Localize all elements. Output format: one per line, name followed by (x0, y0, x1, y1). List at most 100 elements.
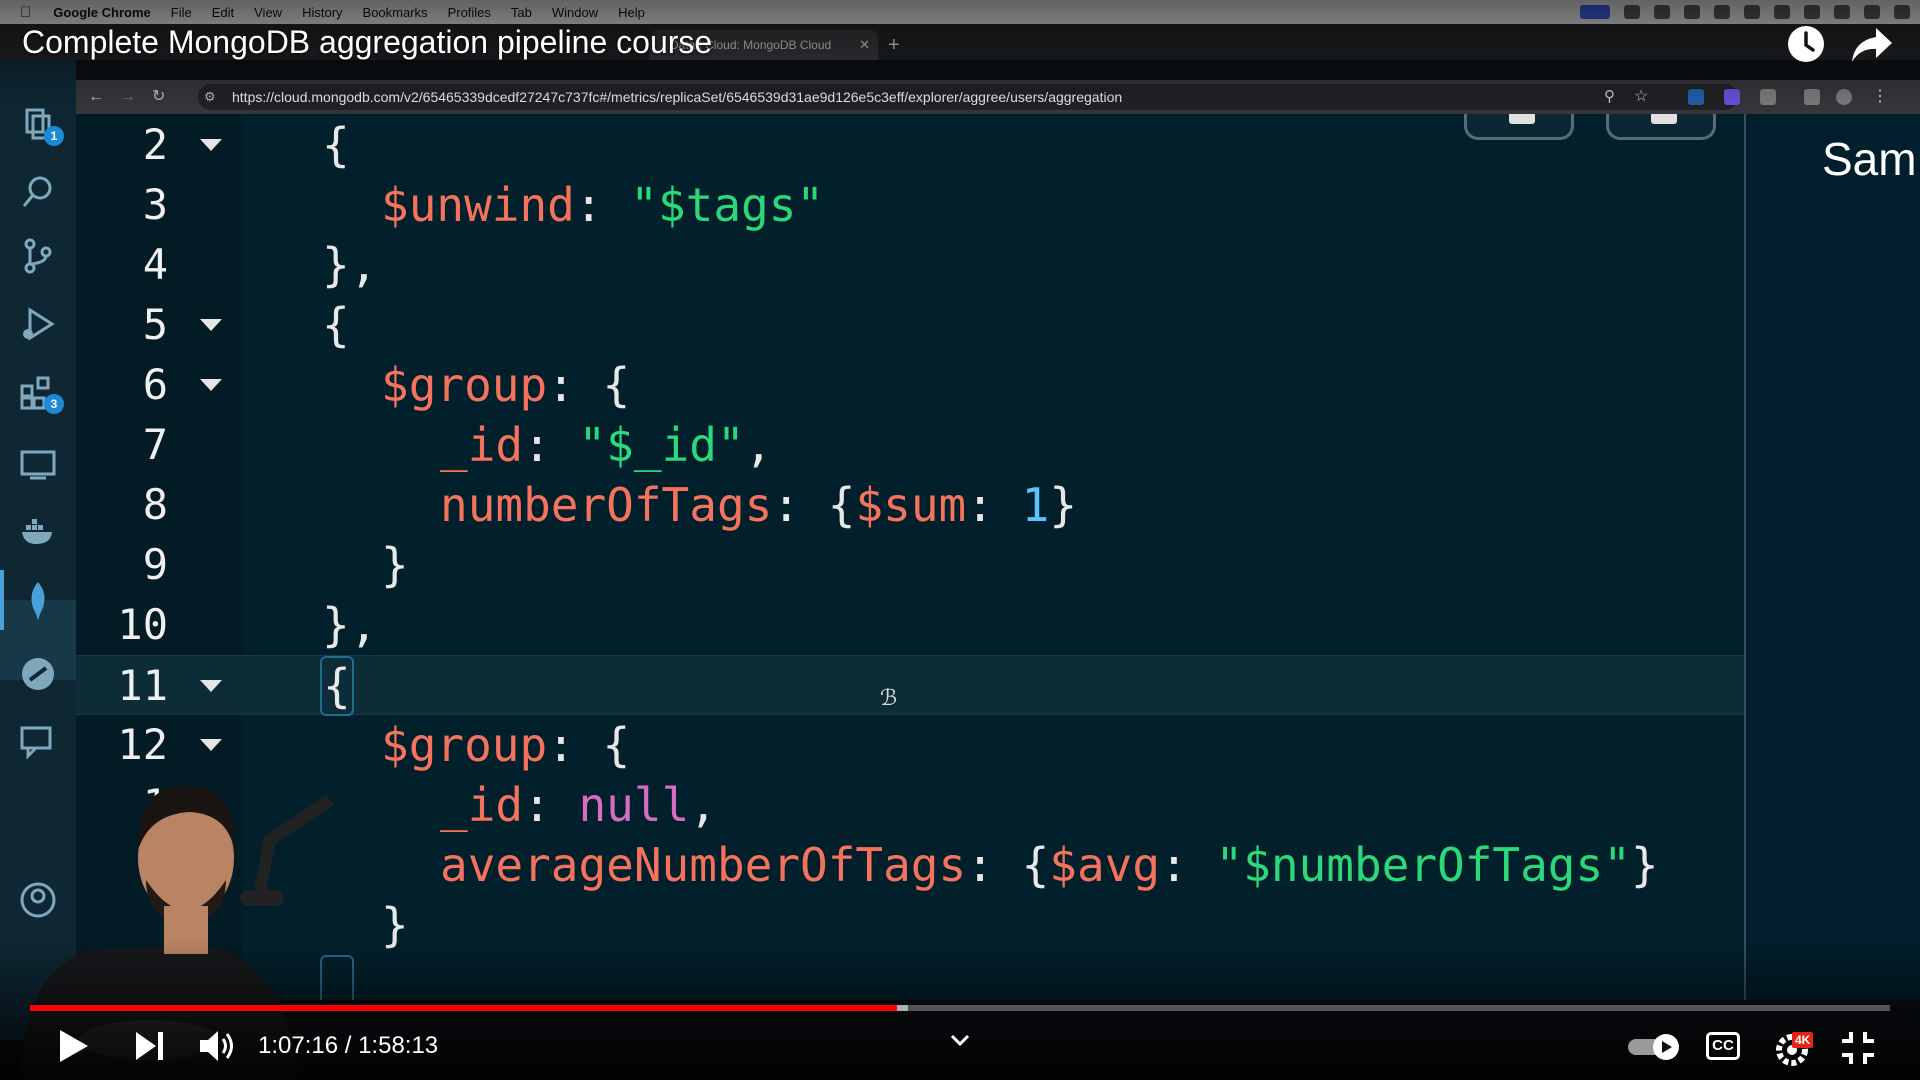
extensions-puzzle-icon[interactable] (1760, 89, 1776, 105)
menu-view[interactable]: View (254, 5, 282, 20)
code-text: { (322, 115, 350, 175)
share-icon[interactable] (1850, 26, 1894, 64)
captions-button[interactable]: CC (1706, 1032, 1740, 1060)
progress-track[interactable] (30, 1005, 1890, 1011)
colon-brace: : { (547, 718, 631, 772)
tray-app-icon[interactable] (1684, 5, 1700, 19)
watch-later-icon[interactable] (1786, 24, 1826, 64)
site-info-icon[interactable]: ⚙ (204, 80, 216, 114)
code-line: 8 numberOfTags: {$sum: 1} (76, 475, 1744, 535)
code-line: 4 }, (76, 235, 1744, 295)
menu-help[interactable]: Help (618, 5, 645, 20)
chrome-menu-icon[interactable]: ⋮ (1872, 89, 1888, 105)
search-icon[interactable] (18, 172, 58, 212)
control-center-icon[interactable] (1834, 5, 1850, 19)
brace: } (1630, 838, 1659, 892)
mongodb-leaf-icon[interactable] (0, 570, 58, 630)
code-text: _id: null, (440, 775, 717, 835)
extension-icon[interactable] (1724, 89, 1740, 105)
colon: : (1160, 838, 1216, 892)
remote-explorer-icon[interactable] (18, 444, 58, 484)
menu-profiles[interactable]: Profiles (448, 5, 491, 20)
colon-brace: : { (547, 358, 631, 412)
right-panel: Sam (1744, 114, 1920, 1000)
menu-edit[interactable]: Edit (212, 5, 234, 20)
tray-app-icon[interactable] (1654, 5, 1670, 19)
fold-chevron-icon[interactable] (200, 319, 222, 331)
back-icon[interactable]: ← (88, 80, 104, 114)
line-number: 7 (142, 420, 168, 469)
mongodb-shell-icon[interactable] (18, 654, 58, 694)
colon: : (574, 178, 631, 232)
siri-icon[interactable] (1864, 5, 1880, 19)
fold-chevron-icon[interactable] (200, 680, 222, 692)
menu-window[interactable]: Window (552, 5, 598, 20)
chevron-down-icon[interactable] (948, 1028, 972, 1052)
field-key: averageNumberOfTags (440, 838, 967, 892)
stage-operator: $group (381, 358, 548, 412)
fold-chevron-icon[interactable] (200, 139, 222, 151)
code-text: }, (322, 595, 377, 655)
forward-icon[interactable]: → (120, 80, 136, 114)
line-number: 9 (142, 540, 168, 589)
panel-text: Sam (1822, 133, 1917, 185)
side-panel-icon[interactable] (1804, 89, 1820, 105)
menu-bookmarks[interactable]: Bookmarks (363, 5, 428, 20)
source-control-icon[interactable] (18, 236, 58, 276)
url-text[interactable]: https://cloud.mongodb.com/v2/65465339dce… (232, 80, 1122, 114)
code-line: 6 $group: { (76, 355, 1744, 415)
menu-file[interactable]: File (171, 5, 192, 20)
line-number: 2 (142, 120, 168, 169)
video-title[interactable]: Complete MongoDB aggregation pipeline co… (22, 24, 712, 61)
menu-history[interactable]: History (302, 5, 342, 20)
apple-menu-icon[interactable]:  (20, 4, 31, 21)
docker-icon[interactable] (18, 512, 58, 552)
reload-icon[interactable]: ↻ (152, 80, 165, 114)
clock-icon[interactable] (1894, 5, 1910, 19)
close-tab-icon[interactable]: ✕ (859, 30, 870, 60)
wifi-icon[interactable] (1804, 5, 1820, 19)
code-text: $unwind: "$tags" (381, 175, 824, 235)
text-cursor-icon: ℬ (880, 686, 898, 711)
menu-app-name[interactable]: Google Chrome (53, 5, 151, 20)
screen-record-icon[interactable] (1580, 5, 1610, 19)
run-debug-icon[interactable] (18, 304, 58, 344)
string-value: "$tags" (630, 178, 825, 232)
menu-tab[interactable]: Tab (511, 5, 532, 20)
tray-app-icon[interactable] (1714, 5, 1730, 19)
browser-address-bar: ← → ↻ ⚙ https://cloud.mongodb.com/v2/654… (76, 80, 1920, 114)
line-number: 3 (142, 180, 168, 229)
comma: , (689, 778, 717, 832)
volume-icon[interactable] (196, 1026, 236, 1066)
code-line-current: 11 { (76, 655, 1744, 716)
colon-brace: : { (966, 838, 1050, 892)
extensions-icon[interactable]: 3 (18, 372, 64, 414)
video-time: 1:07:16 / 1:58:13 (258, 1032, 439, 1059)
display-icon[interactable] (1774, 5, 1790, 19)
stage-operator: $group (381, 718, 548, 772)
code-text: { (320, 656, 354, 716)
bluetooth-icon[interactable] (1744, 5, 1760, 19)
new-tab-icon[interactable]: + (888, 30, 900, 60)
code-line: 5 { (76, 295, 1744, 355)
comma: , (744, 418, 773, 472)
line-number: 11 (117, 661, 168, 710)
exit-fullscreen-icon[interactable] (1838, 1028, 1878, 1068)
macos-menu-bar:  Google Chrome File Edit View History B… (0, 0, 1920, 24)
explorer-icon[interactable]: 1 (18, 104, 64, 146)
profile-avatar-icon[interactable] (1836, 89, 1852, 105)
fold-chevron-icon[interactable] (200, 379, 222, 391)
next-video-icon[interactable] (132, 1028, 168, 1064)
play-icon[interactable] (52, 1026, 92, 1066)
code-line: 7 _id: "$_id", (76, 415, 1744, 475)
bookmark-star-icon[interactable]: ☆ (1634, 89, 1650, 105)
extension-icon[interactable] (1688, 89, 1704, 105)
colon-brace: : { (772, 478, 856, 532)
code-text: $group: { (381, 355, 630, 415)
brace: } (381, 538, 409, 592)
autoplay-toggle[interactable] (1626, 1032, 1682, 1062)
tray-app-icon[interactable] (1624, 5, 1640, 19)
status-tray (1580, 0, 1910, 24)
progress-played (30, 1005, 897, 1011)
zoom-icon[interactable]: ⚲ (1604, 89, 1620, 105)
